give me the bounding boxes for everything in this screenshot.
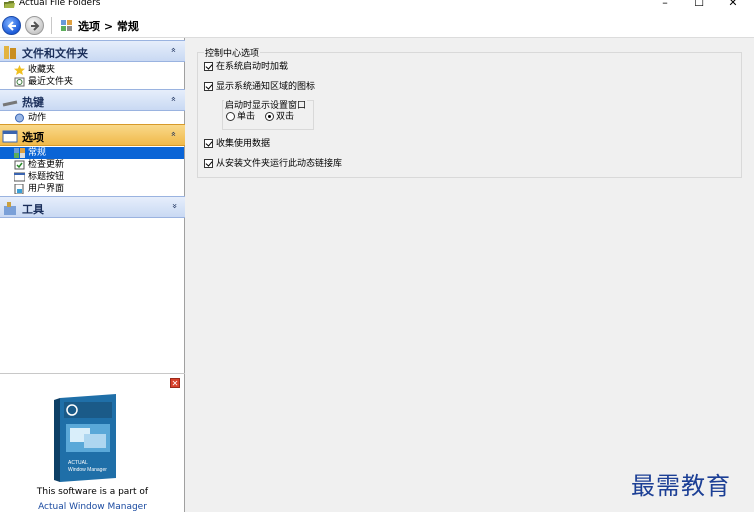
sidebar-item-title-buttons[interactable]: 标题按钮	[14, 171, 184, 183]
folders-icon	[4, 46, 16, 59]
sidebar-group-tools[interactable]: 工具 »	[0, 196, 185, 218]
sidebar-group-files[interactable]: 文件和文件夹 »	[0, 40, 185, 62]
recent-folder-icon	[14, 77, 25, 87]
expand-chevron-icon[interactable]: »	[169, 203, 179, 209]
user-interface-icon	[14, 184, 24, 194]
minimize-button[interactable]: –	[650, 0, 680, 11]
maximize-button[interactable]: ☐	[684, 0, 714, 11]
options-icon	[60, 19, 73, 32]
group-title: 控制中心选项	[204, 46, 261, 59]
sidebar-item-label: 最近文件夹	[28, 77, 74, 87]
sidebar-group-label: 热键	[22, 96, 44, 109]
sidebar-group-label: 文件和文件夹	[22, 47, 88, 60]
window-title: Actual File Folders	[19, 0, 101, 8]
checkbox-label: 从安装文件夹运行此动态链接库	[216, 159, 343, 169]
back-button[interactable]	[2, 16, 21, 35]
checkbox-label: 收集使用数据	[216, 139, 271, 149]
open-settings-label: 启动时显示设置窗口	[224, 98, 308, 111]
sidebar-item-check-updates[interactable]: 检查更新	[14, 159, 184, 171]
ad-divider	[0, 373, 185, 374]
sidebar: 文件和文件夹 » 收藏夹 最近文件夹 热键 » 动作 选项 » 常规 检查更新 …	[0, 38, 185, 512]
sidebar-item-user-interface[interactable]: 用户界面	[14, 183, 184, 195]
toolbar: 选项 > 常规	[0, 12, 754, 38]
arrow-left-icon	[7, 21, 16, 31]
checkbox-checked[interactable]	[204, 159, 213, 168]
svg-text:Window Manager: Window Manager	[68, 467, 107, 473]
title-bar: Actual File Folders – ☐ ✕	[0, 0, 754, 12]
checkbox-checked[interactable]	[204, 139, 213, 148]
ad-product-link[interactable]: Actual Window Manager	[0, 502, 185, 512]
collapse-chevron-icon[interactable]: »	[169, 131, 179, 137]
checkbox-label: 在系统启动时加载	[216, 62, 289, 72]
collapse-chevron-icon[interactable]: »	[169, 96, 179, 102]
svg-text:ACTUAL: ACTUAL	[68, 460, 88, 466]
options-window-icon	[2, 130, 18, 143]
radio-button[interactable]	[226, 112, 235, 121]
update-icon	[14, 160, 25, 170]
general-settings-icon	[14, 148, 25, 158]
sidebar-item-actions[interactable]: 动作	[14, 112, 184, 124]
sidebar-item-label: 动作	[28, 113, 47, 123]
settings-panel: 控制中心选项 在系统启动时加载 显示系统通知区域的图标 启动时显示设置窗口 单击…	[187, 38, 754, 512]
star-icon	[14, 65, 25, 75]
action-icon	[15, 113, 24, 123]
toolbar-separator	[51, 17, 52, 34]
checkbox-checked[interactable]	[204, 62, 213, 71]
app-folder-icon	[4, 1, 15, 8]
radio-label: 双击	[276, 112, 295, 122]
radio-label: 单击	[237, 112, 256, 122]
arrow-right-icon	[31, 21, 40, 31]
tools-icon	[4, 202, 16, 215]
sidebar-item-label: 用户界面	[28, 184, 65, 194]
close-button[interactable]: ✕	[718, 0, 748, 11]
product-box-image: ACTUAL Window Manager	[54, 394, 116, 482]
sidebar-item-favorites[interactable]: 收藏夹	[14, 64, 184, 76]
checkbox-label: 显示系统通知区域的图标	[216, 82, 316, 92]
sidebar-item-label: 收藏夹	[28, 65, 56, 75]
sidebar-item-label: 检查更新	[28, 160, 65, 170]
sidebar-item-label: 标题按钮	[28, 172, 65, 182]
sidebar-group-options[interactable]: 选项 »	[0, 124, 185, 146]
watermark-text: 最需教育	[631, 472, 731, 500]
ad-close-button[interactable]: ✕	[170, 378, 180, 388]
sidebar-item-label: 常规	[28, 148, 47, 158]
radio-button-selected[interactable]	[265, 112, 274, 121]
sidebar-group-hotkeys[interactable]: 热键 »	[0, 89, 185, 111]
ad-text: This software is a part of	[36, 487, 149, 497]
sidebar-group-label: 选项	[22, 131, 44, 144]
sidebar-group-label: 工具	[22, 203, 44, 216]
checkbox-checked[interactable]	[204, 82, 213, 91]
collapse-chevron-icon[interactable]: »	[169, 47, 179, 53]
breadcrumb: 选项 > 常规	[78, 20, 139, 33]
keyboard-icon	[2, 100, 18, 107]
sidebar-item-general[interactable]: 常规	[0, 147, 184, 159]
forward-button[interactable]	[25, 16, 44, 35]
sidebar-item-recent-folders[interactable]: 最近文件夹	[14, 76, 184, 88]
title-buttons-icon	[14, 172, 25, 182]
